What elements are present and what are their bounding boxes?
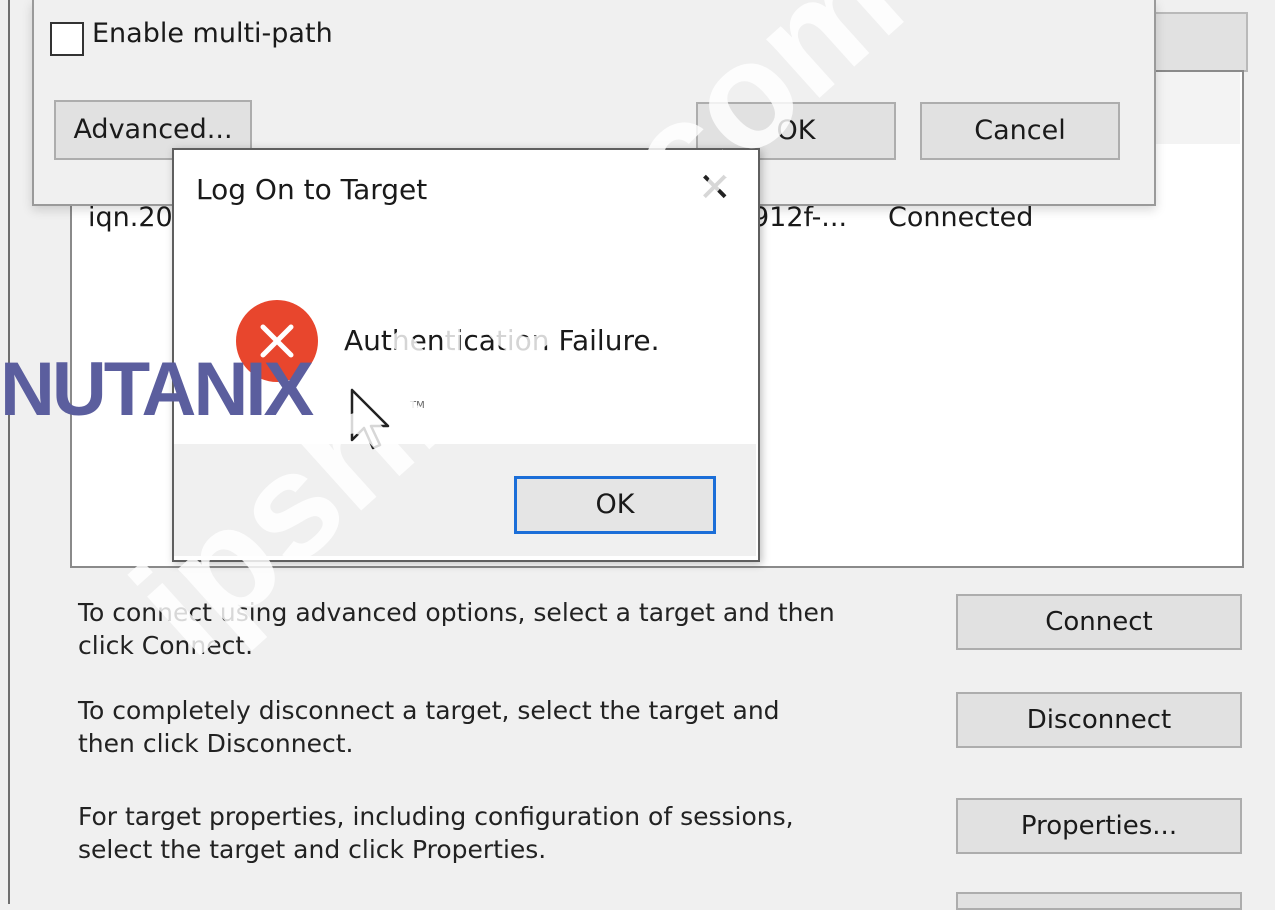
connect-button[interactable]: Connect — [956, 594, 1242, 650]
dialog-title: Log On to Target — [196, 173, 428, 206]
connect-instruction-line2: click Connect. — [78, 631, 254, 660]
connect-instruction-line1: To connect using advanced options, selec… — [78, 598, 835, 627]
target-id-cell[interactable]: 912f-... — [752, 202, 847, 233]
nutanix-logo-text: NUTANIX — [0, 347, 314, 432]
mouse-pointer-icon — [348, 388, 392, 458]
cancel-button[interactable]: Cancel — [920, 102, 1120, 160]
disconnect-instruction-line2: then click Disconnect. — [78, 729, 354, 758]
target-status-cell[interactable]: Connected — [888, 202, 1033, 233]
connect-instruction: To connect using advanced options, selec… — [78, 596, 898, 662]
close-icon[interactable]: ✕ — [698, 168, 732, 208]
properties-instruction: For target properties, including configu… — [78, 800, 898, 866]
disconnect-button[interactable]: Disconnect — [956, 692, 1242, 748]
top-right-button[interactable] — [1154, 12, 1248, 72]
properties-instruction-line1: For target properties, including configu… — [78, 802, 794, 831]
disconnect-instruction-line1: To completely disconnect a target, selec… — [78, 696, 780, 725]
error-message: Authentication Failure. — [344, 324, 660, 357]
properties-instruction-line2: select the target and click Properties. — [78, 835, 547, 864]
dialog-ok-button[interactable]: OK — [514, 476, 716, 534]
properties-button[interactable]: Properties... — [956, 798, 1242, 854]
next-button-partial[interactable] — [956, 892, 1242, 910]
list-header-area — [1150, 72, 1240, 144]
multipath-checkbox[interactable] — [50, 22, 84, 56]
logo-trademark: TM — [410, 400, 425, 411]
target-name-cell[interactable]: iqn.20 — [88, 202, 173, 233]
multipath-label[interactable]: Enable multi-path — [92, 18, 333, 49]
disconnect-instruction: To completely disconnect a target, selec… — [78, 694, 898, 760]
nutanix-logo: NUTANIX — [0, 352, 314, 428]
